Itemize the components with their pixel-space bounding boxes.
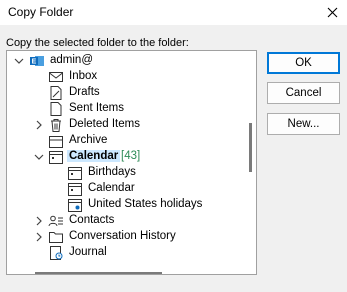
new-folder-button[interactable]: New... — [267, 113, 340, 135]
chevron-right-icon[interactable] — [33, 230, 45, 244]
shared-calendar-icon — [68, 199, 82, 212]
close-icon — [327, 7, 337, 18]
tree-item-calendar[interactable]: Calendar [43] — [7, 149, 237, 165]
tree-item-account[interactable]: E admin@ — [7, 53, 237, 69]
journal-icon — [50, 246, 63, 260]
contacts-icon — [48, 215, 63, 227]
tree-item-calendar-sub[interactable]: Calendar — [7, 181, 237, 197]
tree-item-journal[interactable]: Journal — [7, 245, 237, 261]
tree-item-drafts[interactable]: Drafts — [7, 85, 237, 101]
tree-item-contacts[interactable]: Contacts — [7, 213, 237, 229]
archive-icon — [49, 136, 63, 148]
tree-item-deleted-items[interactable]: Deleted Items — [7, 117, 237, 133]
tree-item-conversation-history[interactable]: Conversation History — [7, 229, 237, 245]
tree-item-label: Archive — [69, 134, 108, 146]
vertical-scrollbar-thumb[interactable] — [249, 123, 252, 172]
chevron-right-icon[interactable] — [33, 214, 45, 228]
unread-count-badge: [43] — [121, 150, 141, 162]
prompt-label: Copy the selected folder to the folder: — [6, 37, 189, 49]
tree-item-label: Drafts — [69, 86, 100, 98]
drafts-icon — [50, 86, 62, 100]
tree-item-label: Journal — [69, 246, 107, 258]
folder-icon — [49, 232, 63, 243]
close-button[interactable] — [317, 0, 347, 25]
chevron-down-icon[interactable] — [33, 150, 45, 164]
trash-icon — [51, 119, 61, 132]
calendar-icon — [68, 183, 82, 196]
exchange-account-icon: E — [30, 56, 44, 66]
tree-item-inbox[interactable]: Inbox — [7, 69, 237, 85]
horizontal-scrollbar-thumb[interactable] — [35, 272, 162, 274]
tree-item-sent-items[interactable]: Sent Items — [7, 101, 237, 117]
tree-item-label: Contacts — [69, 214, 115, 226]
tree-item-label: United States holidays — [88, 198, 203, 210]
title-bar: Copy Folder — [0, 0, 347, 25]
window-title: Copy Folder — [8, 5, 74, 19]
sent-items-icon — [50, 102, 62, 116]
tree-item-us-holidays[interactable]: United States holidays — [7, 197, 237, 213]
svg-text:E: E — [32, 59, 37, 66]
chevron-down-icon[interactable] — [13, 54, 25, 68]
inbox-icon — [49, 72, 63, 82]
tree-item-archive[interactable]: Archive — [7, 133, 237, 149]
tree-item-label: Deleted Items — [69, 118, 140, 130]
tree-item-label: Birthdays — [88, 166, 136, 178]
tree-item-label: Calendar — [69, 150, 119, 162]
tree-item-label: Conversation History — [69, 230, 176, 242]
account-label: admin@ — [50, 54, 93, 66]
tree-item-label: Sent Items — [69, 102, 124, 114]
tree-item-label: Calendar — [88, 182, 135, 194]
cancel-button[interactable]: Cancel — [267, 82, 340, 104]
folder-tree[interactable]: E admin@ Inbox Drafts Sent Items Deleted… — [6, 50, 257, 275]
chevron-right-icon[interactable] — [33, 118, 45, 132]
tree-item-label: Inbox — [69, 70, 98, 82]
ok-button[interactable]: OK — [267, 52, 340, 74]
copy-folder-dialog: Copy Folder Copy the selected folder to … — [0, 0, 347, 292]
calendar-icon — [49, 151, 63, 164]
tree-item-birthdays[interactable]: Birthdays — [7, 165, 237, 181]
calendar-icon — [68, 167, 82, 180]
